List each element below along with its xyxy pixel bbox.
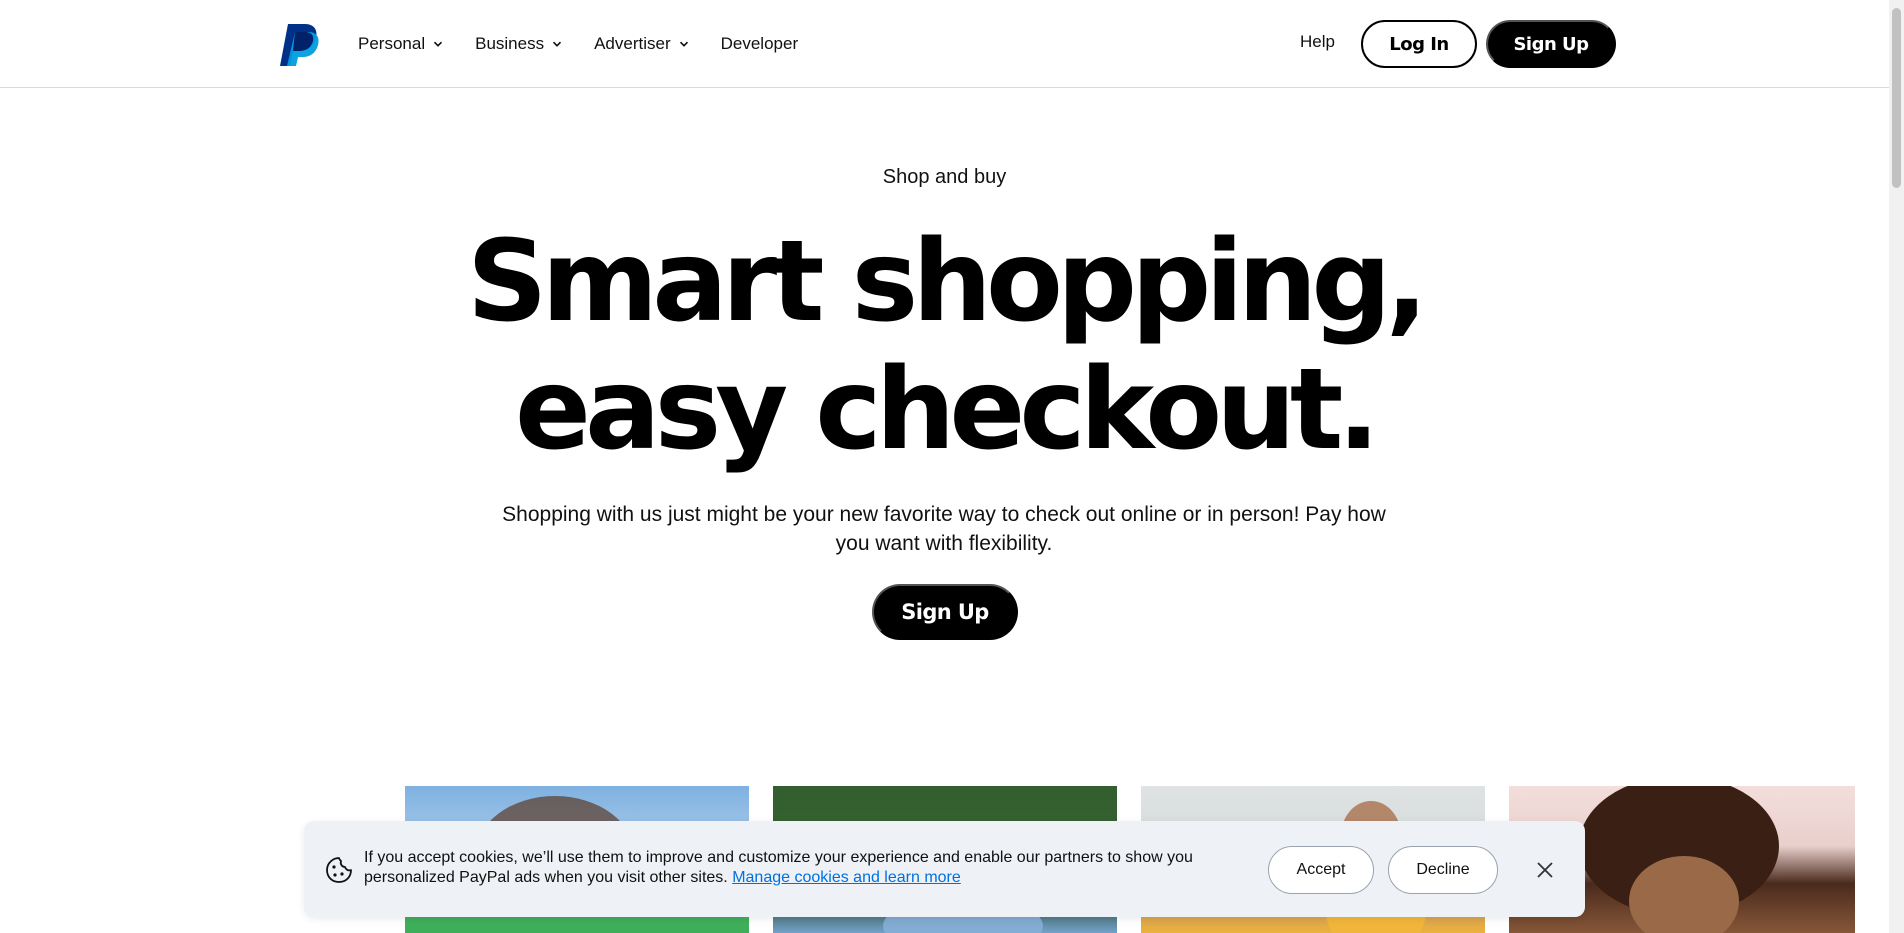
nav-developer-label: Developer bbox=[720, 34, 799, 53]
paypal-logo[interactable] bbox=[278, 22, 320, 68]
chevron-down-icon bbox=[434, 41, 443, 47]
close-icon[interactable] bbox=[1534, 859, 1556, 881]
nav-business-label: Business bbox=[475, 34, 545, 53]
login-button[interactable]: Log In bbox=[1361, 20, 1477, 68]
hero-headline-line1: Smart shopping, bbox=[466, 217, 1428, 347]
hero-headline-line2: easy checkout. bbox=[515, 345, 1380, 475]
nav-personal-label: Personal bbox=[358, 34, 426, 53]
hero-subtext: Shopping with us just might be your new … bbox=[502, 503, 1386, 555]
nav-advertiser[interactable]: Advertiser bbox=[594, 34, 689, 54]
hero-headline: Smart shopping, easy checkout. bbox=[0, 218, 1889, 474]
help-link[interactable]: Help bbox=[1300, 32, 1335, 52]
manage-cookies-link[interactable]: Manage cookies and learn more bbox=[732, 869, 961, 886]
cookie-message: If you accept cookies, we’ll use them to… bbox=[364, 848, 1204, 888]
nav-personal[interactable]: Personal bbox=[358, 34, 443, 54]
main-nav: Personal Business Advertiser Developer bbox=[358, 0, 830, 88]
nav-business[interactable]: Business bbox=[475, 34, 562, 54]
site-header: Personal Business Advertiser Developer H… bbox=[0, 0, 1889, 88]
cookie-banner: If you accept cookies, we’ll use them to… bbox=[304, 821, 1585, 917]
decline-cookies-button[interactable]: Decline bbox=[1388, 846, 1498, 894]
cookie-icon bbox=[326, 857, 352, 883]
hero-eyebrow: Shop and buy bbox=[882, 166, 1007, 188]
nav-advertiser-label: Advertiser bbox=[594, 34, 671, 53]
scrollbar-thumb[interactable] bbox=[1892, 8, 1901, 188]
signup-button[interactable]: Sign Up bbox=[1486, 20, 1616, 68]
nav-developer[interactable]: Developer bbox=[721, 34, 799, 54]
hero-signup-button[interactable]: Sign Up bbox=[872, 584, 1018, 640]
scrollbar[interactable] bbox=[1889, 0, 1904, 933]
accept-cookies-button[interactable]: Accept bbox=[1268, 846, 1374, 894]
chevron-down-icon bbox=[553, 41, 562, 47]
chevron-down-icon bbox=[679, 41, 688, 47]
